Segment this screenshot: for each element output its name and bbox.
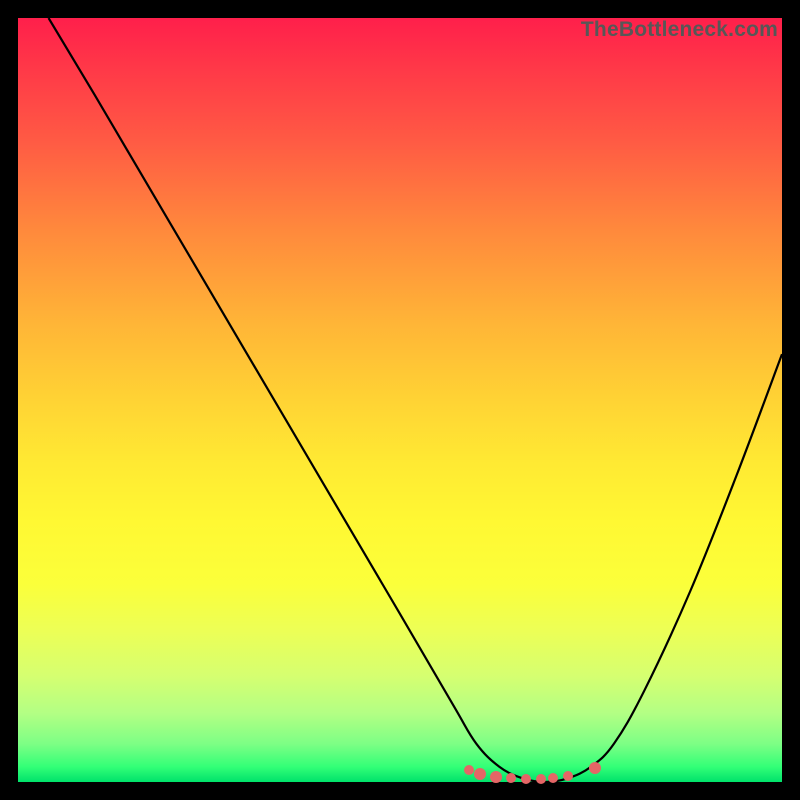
- highlight-dots-layer: [18, 18, 782, 782]
- plot-area: [18, 18, 782, 782]
- highlight-dot: [474, 768, 486, 780]
- highlight-dot: [521, 774, 531, 784]
- watermark-text: TheBottleneck.com: [581, 18, 778, 42]
- chart-frame: TheBottleneck.com: [18, 18, 782, 782]
- highlight-dot: [506, 773, 516, 783]
- highlight-dot: [548, 773, 558, 783]
- highlight-dot: [563, 771, 573, 781]
- highlight-dot: [589, 762, 601, 774]
- highlight-dot: [536, 774, 546, 784]
- highlight-dot: [490, 771, 502, 783]
- highlight-dot: [464, 765, 474, 775]
